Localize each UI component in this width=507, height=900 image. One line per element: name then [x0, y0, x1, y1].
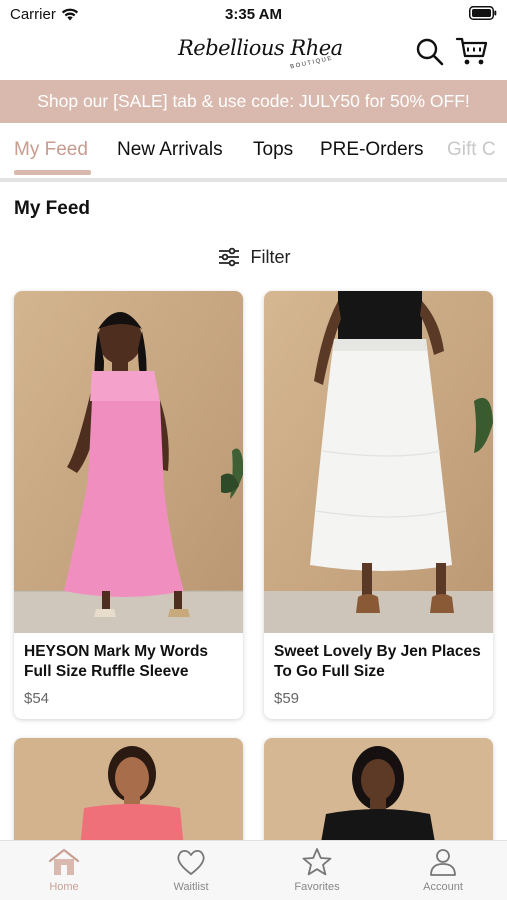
- search-button[interactable]: [414, 36, 446, 68]
- filter-button[interactable]: Filter: [0, 244, 507, 270]
- cart-icon: [455, 37, 488, 65]
- nav-waitlist[interactable]: Waitlist: [141, 847, 241, 893]
- product-price: $59: [274, 690, 300, 707]
- bottom-navigation: Home Waitlist Favorites Account: [0, 840, 507, 900]
- tab-my-feed[interactable]: My Feed: [14, 139, 88, 161]
- product-card[interactable]: HEYSON Mark My Words Full Size Ruffle Sl…: [14, 291, 243, 719]
- battery-icon: [469, 6, 497, 20]
- product-price: $54: [24, 690, 50, 707]
- active-tab-indicator: [14, 170, 91, 175]
- tab-tops[interactable]: Tops: [253, 139, 293, 161]
- tab-new-arrivals[interactable]: New Arrivals: [117, 139, 223, 161]
- product-card[interactable]: Sweet Lovely By Jen Places To Go Full Si…: [264, 291, 493, 719]
- product-image[interactable]: [14, 738, 243, 848]
- promo-banner[interactable]: Shop our [SALE] tab & use code: JULY50 f…: [0, 80, 507, 123]
- status-time: 3:35 AM: [225, 6, 282, 23]
- nav-favorites-label: Favorites: [294, 881, 340, 893]
- heart-icon: [177, 849, 205, 875]
- product-card[interactable]: [264, 738, 493, 848]
- nav-account[interactable]: Account: [393, 847, 493, 893]
- product-image[interactable]: [264, 291, 493, 633]
- nav-favorites[interactable]: Favorites: [267, 847, 367, 893]
- nav-account-label: Account: [423, 881, 463, 893]
- tab-pre-orders[interactable]: PRE-Orders: [320, 139, 423, 161]
- logo-wordmark: Rebellious Rhea: [178, 36, 343, 60]
- brand-logo[interactable]: Rebellious Rhea BOUTIQUE: [178, 30, 343, 76]
- feed-title: My Feed: [14, 198, 91, 219]
- filter-label: Filter: [250, 246, 291, 267]
- status-bar: Carrier 3:35 AM: [0, 0, 507, 28]
- nav-home-label: Home: [49, 881, 79, 893]
- cart-button[interactable]: [455, 34, 489, 68]
- product-name: Sweet Lovely By Jen Places To Go Full Si…: [274, 643, 481, 680]
- star-icon: [302, 848, 332, 876]
- search-icon: [416, 38, 444, 66]
- nav-home[interactable]: Home: [14, 847, 114, 893]
- app-header: Rebellious Rhea BOUTIQUE: [0, 28, 507, 80]
- category-tabs: My Feed New Arrivals Tops PRE-Orders Gif…: [0, 123, 507, 179]
- product-image[interactable]: [14, 291, 243, 633]
- product-card[interactable]: [14, 738, 243, 848]
- promo-text: Shop our [SALE] tab & use code: JULY50 f…: [37, 91, 470, 111]
- product-name: HEYSON Mark My Words Full Size Ruffle Sl…: [24, 643, 209, 680]
- home-icon: [48, 848, 80, 875]
- person-icon: [430, 849, 456, 876]
- tabs-divider: [0, 178, 507, 182]
- nav-waitlist-label: Waitlist: [173, 881, 209, 893]
- sliders-icon: [218, 247, 239, 267]
- product-image[interactable]: [264, 738, 493, 848]
- tab-gift-cards[interactable]: Gift C: [447, 139, 496, 161]
